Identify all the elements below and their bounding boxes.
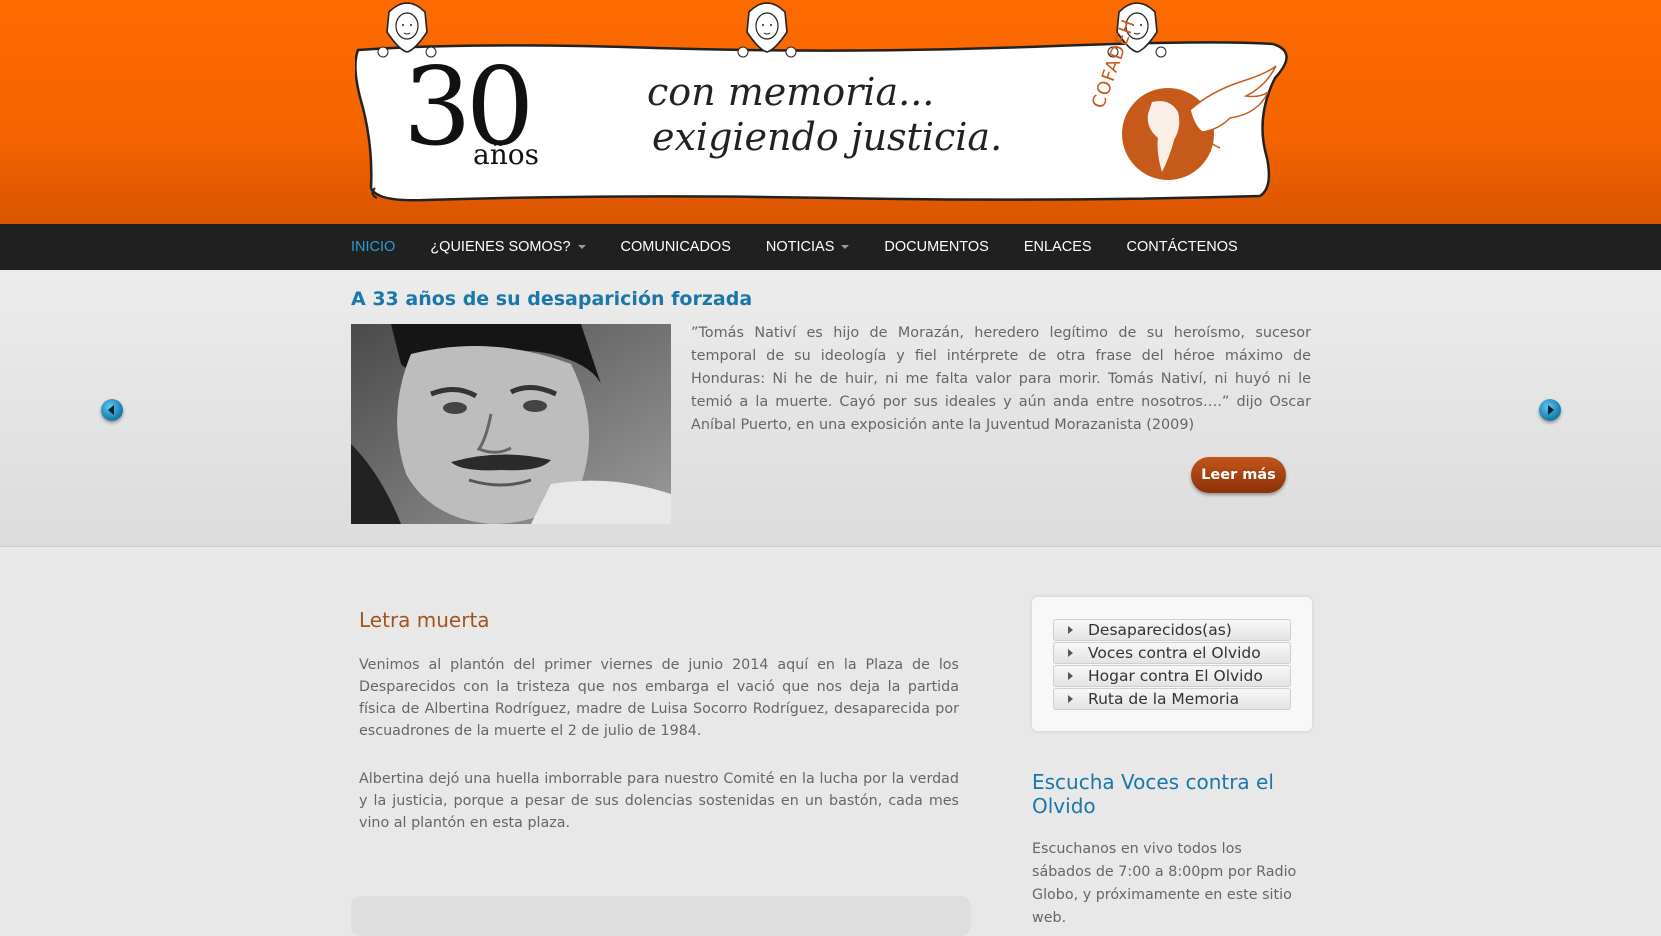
site-header: 30 años con memoria... exigiendo justici… xyxy=(0,0,1661,224)
caret-down-icon xyxy=(841,245,850,250)
sidebar-item-label: Hogar contra El Olvido xyxy=(1088,667,1263,685)
sidebar-item-label: Desaparecidos(as) xyxy=(1088,621,1232,639)
nav-item-label: ENLACES xyxy=(1023,239,1092,255)
nav-item-enlaces[interactable]: ENLACES xyxy=(1024,224,1092,270)
arrow-right-icon xyxy=(1068,649,1073,657)
nav-item-documentos[interactable]: DOCUMENTOS xyxy=(884,224,988,270)
sidebar-item-desaparecidos[interactable]: Desaparecidos(as) xyxy=(1053,619,1291,641)
cofadeh-logo: COFADEH xyxy=(1088,16,1280,182)
sidebar-menu: Desaparecidos(as) Voces contra el Olvido… xyxy=(1032,597,1312,731)
nav-item-label: NOTICIAS xyxy=(765,239,835,255)
sidebar-item-label: Ruta de la Memoria xyxy=(1088,690,1240,708)
nav-item-label: COMUNICADOS xyxy=(620,239,731,255)
next-article-box xyxy=(351,896,971,936)
main-nav: INICIO ¿QUIENES SOMOS? COMUNICADOS NOTIC… xyxy=(0,224,1661,270)
arrow-right-icon xyxy=(1068,695,1073,703)
slide-title[interactable]: A 33 años de su desaparición forzada xyxy=(351,288,752,310)
slogan-line-1: con memoria... xyxy=(647,70,935,114)
featured-slider: A 33 años de su desaparición forzada ”To… xyxy=(0,270,1661,547)
sidebar-item-label: Voces contra el Olvido xyxy=(1088,644,1261,662)
radio-section-title: Escucha Voces contra el Olvido xyxy=(1032,770,1274,818)
nav-item-contactenos[interactable]: CONTÁCTENOS xyxy=(1127,224,1238,270)
slide-photo[interactable] xyxy=(351,324,671,524)
dove-icon xyxy=(1189,65,1277,133)
prev-arrow-icon[interactable] xyxy=(101,399,123,421)
arrow-right-icon xyxy=(1068,626,1073,634)
madre-figure-icon xyxy=(737,2,797,58)
nav-item-label: ¿QUIENES SOMOS? xyxy=(430,239,571,255)
article-paragraph: Venimos al plantón del primer viernes de… xyxy=(359,657,959,739)
anniversary-years-label: años xyxy=(473,138,539,171)
slide-excerpt: ”Tomás Nativí es hijo de Morazán, herede… xyxy=(691,325,1311,433)
radio-section-text: Escuchanos en vivo todos los sábados de … xyxy=(1032,841,1297,926)
sidebar-item-hogar[interactable]: Hogar contra El Olvido xyxy=(1053,665,1291,687)
slogan-line-2: exigiendo justicia. xyxy=(652,115,1003,159)
next-arrow-icon[interactable] xyxy=(1539,399,1561,421)
nav-item-inicio[interactable]: INICIO xyxy=(351,224,395,270)
nav-item-noticias[interactable]: NOTICIAS xyxy=(765,224,850,270)
nav-item-quienes-somos[interactable]: ¿QUIENES SOMOS? xyxy=(430,224,586,270)
read-more-button[interactable]: Leer más xyxy=(1191,457,1286,493)
nav-item-label: INICIO xyxy=(351,239,396,255)
nav-item-comunicados[interactable]: COMUNICADOS xyxy=(621,224,731,270)
arrow-right-icon xyxy=(1068,672,1073,680)
nav-item-label: DOCUMENTOS xyxy=(884,239,989,255)
sidebar-item-voces[interactable]: Voces contra el Olvido xyxy=(1053,642,1291,664)
header-banner[interactable]: 30 años con memoria... exigiendo justici… xyxy=(355,2,1303,203)
caret-down-icon xyxy=(577,245,586,250)
sidebar-item-ruta[interactable]: Ruta de la Memoria xyxy=(1053,688,1291,710)
article-paragraph: Albertina dejó una huella imborrable par… xyxy=(359,771,959,831)
nav-item-label: CONTÁCTENOS xyxy=(1126,239,1238,255)
article-title[interactable]: Letra muerta xyxy=(359,608,490,632)
nav-list: INICIO ¿QUIENES SOMOS? COMUNICADOS NOTIC… xyxy=(351,224,1273,270)
